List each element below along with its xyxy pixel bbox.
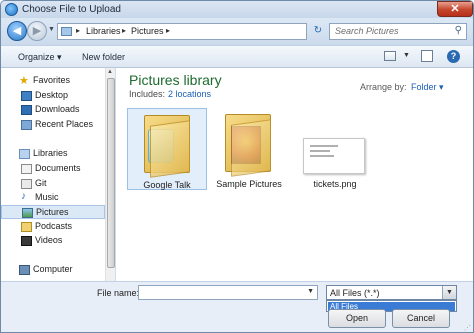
recent-pages-dropdown[interactable]: ▼ [48,26,55,33]
file-item-name: tickets.png [313,179,357,189]
file-item-name: Google Talk [143,180,191,190]
documents-icon [21,164,32,174]
thumbnail-text-line [310,145,338,147]
downloads-icon [21,105,32,115]
recent-places-icon [21,120,32,130]
library-title: Pictures library [129,72,222,88]
breadcrumb-pictures[interactable]: Pictures [131,26,164,36]
chevron-down-icon[interactable]: ▼ [442,286,456,299]
address-bar[interactable]: ▸ Libraries ▸ Pictures ▸ ▼ [57,23,356,40]
file-item-sample-pictures[interactable]: Sample Pictures [209,108,289,190]
search-box[interactable]: Search Pictures ⚲ [329,23,467,40]
window-title: Choose File to Upload [22,4,121,15]
sidebar-item-downloads[interactable]: Downloads [1,103,105,117]
file-type-value: All Files (*.*) [330,288,380,298]
search-icon[interactable]: ⚲ [455,25,462,36]
pictures-icon [22,208,33,218]
file-item-name: Sample Pictures [216,179,282,189]
organize-button[interactable]: Organize ▾ [18,52,62,63]
preview-pane-icon[interactable] [421,50,433,62]
close-button[interactable]: ✕ [437,1,473,17]
file-name-dropdown-icon[interactable]: ▼ [307,288,314,295]
sidebar-item-favorites[interactable]: ★ Favorites [1,74,105,88]
navigation-pane: ★ Favorites Desktop Downloads Recent Pla… [1,68,107,281]
computer-icon [19,265,30,275]
sidebar-item-libraries[interactable]: Libraries [1,147,105,161]
podcasts-icon [21,222,32,232]
star-icon: ★ [19,75,29,87]
cancel-button[interactable]: Cancel [392,309,450,328]
resize-grip-icon[interactable]: ⋰ [464,324,471,332]
forward-button[interactable]: ▶ [27,21,47,41]
thumbnail-text-line [310,155,334,157]
back-button[interactable]: ◀ [7,21,27,41]
includes-label: Includes: [129,89,166,99]
refresh-button[interactable]: ↻ [310,23,326,40]
breadcrumb-separator[interactable]: ▸ [76,26,80,35]
sidebar-item-desktop[interactable]: Desktop [1,89,105,103]
file-name-input[interactable]: ▼ [138,285,318,300]
folder-front-icon [150,120,190,178]
file-name-label: File name: [97,288,140,298]
view-options-dropdown[interactable]: ▼ [403,52,410,59]
title-bar: Choose File to Upload ✕ [1,1,473,18]
library-icon [61,27,72,36]
file-list-pane: Pictures library Includes: 2 locations A… [116,68,473,281]
dialog-footer: File name: ▼ All Files (*.*) ▼ All Files… [1,281,473,332]
videos-icon [21,236,32,246]
breadcrumb-separator[interactable]: ▸ [122,26,126,35]
address-row: ◀ ▶ ▼ ▸ Libraries ▸ Pictures ▸ ▼ ↻ Searc… [1,18,473,45]
browser-icon [5,3,18,16]
sidebar-item-videos[interactable]: Videos [1,234,105,248]
new-folder-button[interactable]: New folder [82,52,125,62]
sidebar-item-pictures[interactable]: Pictures [1,205,105,219]
sidebar-item-music[interactable]: ♪ Music [1,191,105,205]
thumbnail-text-line [310,150,330,152]
sidebar-item-computer[interactable]: Computer [1,263,105,277]
navigation-scrollbar[interactable]: ▲ [105,68,115,281]
sidebar-item-recent-places[interactable]: Recent Places [1,118,105,132]
breadcrumb-separator[interactable]: ▸ [166,26,170,35]
arrange-by-dropdown[interactable]: Folder ▾ [411,82,444,93]
folder-front-icon [231,119,271,177]
breadcrumb-libraries[interactable]: Libraries [86,26,121,36]
file-item-google-talk[interactable]: Google Talk [127,108,207,190]
sidebar-item-git[interactable]: Git [1,177,105,191]
git-library-icon [21,179,32,189]
open-button[interactable]: Open [328,309,386,328]
scroll-up-icon[interactable]: ▲ [107,69,113,75]
file-type-select[interactable]: All Files (*.*) ▼ [326,285,457,300]
sidebar-item-documents[interactable]: Documents [1,162,105,176]
command-toolbar: Organize ▾ New folder ▼ ? [1,45,473,68]
libraries-icon [19,149,30,159]
image-thumbnail [303,138,365,174]
locations-link[interactable]: 2 locations [168,89,211,99]
music-icon: ♪ [21,191,26,202]
scrollbar-thumb[interactable] [107,78,115,268]
change-view-icon[interactable] [384,51,396,61]
desktop-icon [21,91,32,101]
sidebar-item-podcasts[interactable]: Podcasts [1,220,105,234]
arrange-by-label: Arrange by: [360,82,407,92]
help-icon[interactable]: ? [447,50,460,63]
file-dialog: Choose File to Upload ✕ ◀ ▶ ▼ ▸ Librarie… [0,0,474,333]
search-input[interactable]: Search Pictures [335,26,399,36]
file-item-tickets-png[interactable]: tickets.png [295,108,375,190]
